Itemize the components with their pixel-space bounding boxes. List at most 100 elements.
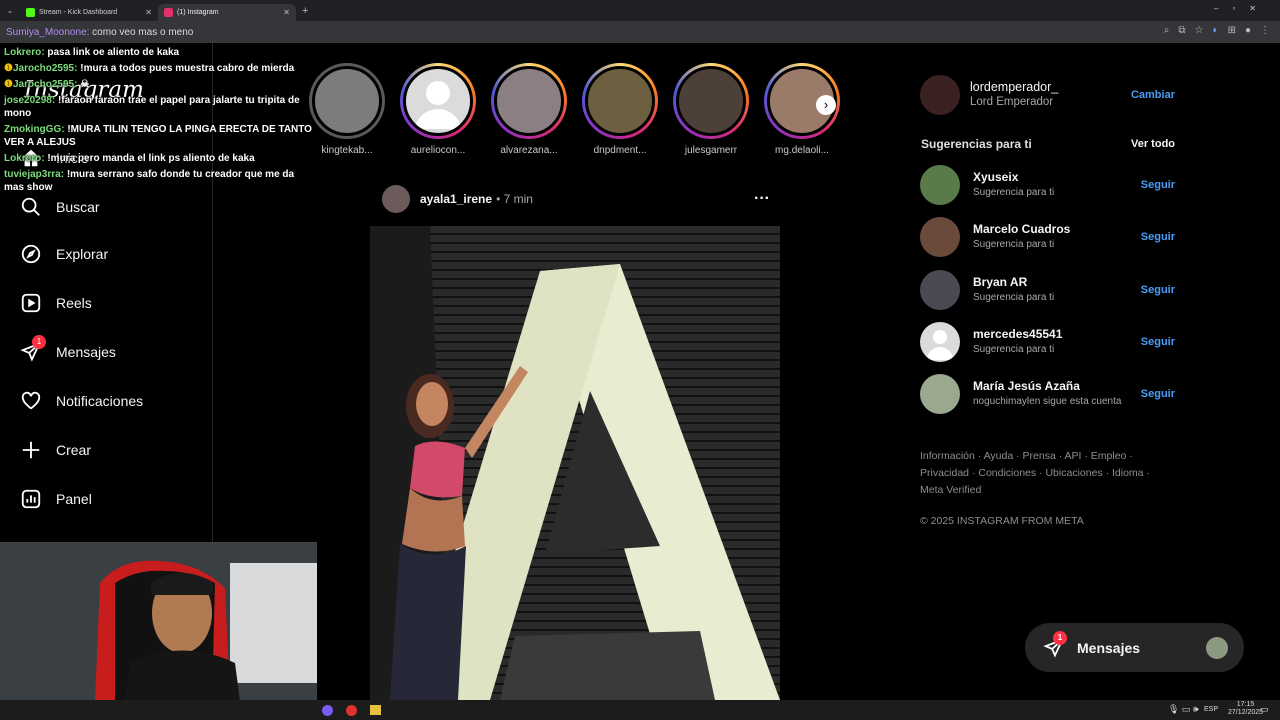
- address-bar[interactable]: Sumiya_Moonone: como veo mas o meno ⌕ ⧉ …: [0, 21, 1280, 43]
- suggestion-name[interactable]: Bryan AR: [973, 275, 1141, 290]
- chat-message: ❶Jarocho2595: ☠: [4, 79, 90, 90]
- instagram-icon: [164, 8, 173, 17]
- post-photo-graphic: [370, 226, 780, 700]
- suggestion-subtext: Sugerencia para ti: [973, 344, 1055, 355]
- tab-label: (1) Instagram: [177, 9, 219, 16]
- window-controls[interactable]: –▫✕: [1214, 4, 1270, 13]
- suggestion-avatar[interactable]: [920, 270, 960, 310]
- sidebar-item-notificaciones[interactable]: Notificaciones: [20, 390, 143, 412]
- suggestion-subtext: Sugerencia para ti: [973, 187, 1055, 198]
- tab-label: Stream - Kick Dashboard: [39, 9, 118, 16]
- tray-icons[interactable]: 🎙 ▭ 🕪: [1168, 704, 1199, 715]
- avatar: [1206, 636, 1228, 659]
- extension-icon[interactable]: ◐: [1213, 25, 1219, 36]
- current-user-name: Lord Emperador: [970, 96, 1054, 108]
- chat-message: ❶Jarocho2595: !mura a todos pues muestra…: [4, 63, 295, 74]
- story-avatar: [676, 66, 746, 136]
- extensions-puzzle-icon[interactable]: ⊞: [1228, 25, 1236, 36]
- webcam-overlay: [0, 542, 317, 700]
- notification-center-icon[interactable]: ▭: [1260, 704, 1269, 715]
- follow-button[interactable]: Seguir: [1141, 284, 1175, 296]
- current-user-avatar[interactable]: [920, 75, 960, 115]
- zoom-icon[interactable]: ⌕: [1164, 25, 1170, 36]
- sidebar-item-buscar[interactable]: Buscar: [20, 196, 100, 218]
- sidebar-item-panel[interactable]: Panel: [20, 488, 92, 510]
- kick-icon: [26, 8, 35, 17]
- notification-badge: 1: [32, 335, 46, 349]
- sidebar-item-crear[interactable]: Crear: [20, 439, 91, 461]
- follow-button[interactable]: Seguir: [1141, 388, 1175, 400]
- story-username: kingtekab...: [321, 145, 373, 156]
- suggestion-name[interactable]: mercedes45541: [973, 327, 1141, 342]
- discord-taskbar-icon[interactable]: [322, 705, 333, 716]
- follow-button[interactable]: Seguir: [1141, 179, 1175, 191]
- story-username: mg.delaoli...: [775, 145, 829, 156]
- post-username[interactable]: ayala1_irene: [420, 192, 492, 206]
- plus-icon: [22, 441, 40, 459]
- notification-badge: 1: [1053, 630, 1067, 645]
- chat-message: tuviejap3rra: !mura serrano safo donde t…: [4, 169, 295, 193]
- suggestion-name[interactable]: Xyuseix: [973, 170, 1141, 185]
- suggestion-row: María Jesús Azaña noguchimaylen sigue est…: [920, 374, 1175, 414]
- language-indicator[interactable]: ESP: [1204, 706, 1218, 713]
- default-avatar-icon: [403, 66, 473, 136]
- tab-list-chevron-icon[interactable]: ⌄: [0, 6, 20, 15]
- story-username: aureliocon...: [410, 145, 466, 156]
- new-tab-icon[interactable]: +: [302, 5, 308, 17]
- suggestion-avatar[interactable]: [920, 217, 960, 257]
- story-username: julesgamerr: [684, 145, 738, 156]
- sidebar-item-mensajes[interactable]: 1 Mensajes: [20, 335, 116, 363]
- heart-icon: [21, 391, 41, 410]
- suggestion-subtext: noguchimaylen sigue esta cuenta: [973, 396, 1122, 407]
- story-username: dnpdment...: [593, 145, 647, 156]
- chart-icon: [21, 489, 41, 509]
- current-user-handle[interactable]: lordemperador_: [970, 80, 1131, 95]
- reels-icon: [21, 293, 41, 313]
- install-icon[interactable]: ⧉: [1178, 25, 1185, 36]
- chat-message: Lokrero: pasa link oe aliento de kaka: [4, 47, 180, 58]
- tab-instagram[interactable]: (1) Instagram ✕: [158, 4, 296, 21]
- suggestion-row: Bryan AR Sugerencia para ti Seguir: [920, 270, 1175, 310]
- stories-next-arrow-icon[interactable]: ›: [816, 95, 836, 115]
- suggestion-avatar[interactable]: [920, 374, 960, 414]
- folder-taskbar-icon[interactable]: [370, 705, 381, 715]
- suggestion-name[interactable]: María Jesús Azaña: [973, 379, 1141, 394]
- story-item[interactable]: aureliocon...: [400, 63, 476, 156]
- post-image[interactable]: A: [370, 226, 780, 700]
- see-all-link[interactable]: Ver todo: [1131, 138, 1175, 150]
- suggestion-avatar[interactable]: [920, 165, 960, 205]
- suggestion-name[interactable]: Marcelo Cuadros: [973, 222, 1141, 237]
- chat-message: jose20298: !faraon faraon trae el papel …: [4, 95, 300, 119]
- profile-avatar[interactable]: ●: [1245, 25, 1251, 36]
- compass-icon: [21, 244, 41, 264]
- follow-button[interactable]: Seguir: [1141, 231, 1175, 243]
- default-avatar-icon[interactable]: [920, 322, 960, 362]
- suggestions-title: Sugerencias para ti: [921, 137, 1032, 151]
- close-tab-icon[interactable]: ✕: [145, 8, 152, 17]
- menu-dots-icon[interactable]: ⋮: [1260, 25, 1270, 36]
- story-item[interactable]: alvarezana...: [491, 63, 567, 156]
- story-item[interactable]: dnpdment...: [582, 63, 658, 156]
- close-tab-icon[interactable]: ✕: [283, 8, 290, 17]
- bookmark-star-icon[interactable]: ☆: [1195, 25, 1204, 36]
- story-item[interactable]: kingtekab...: [309, 63, 385, 156]
- follow-button[interactable]: Seguir: [1141, 336, 1175, 348]
- chat-message: ZmokingGG: !MURA TILIN TENGO LA PINGA ER…: [4, 124, 312, 148]
- post-time: • 7 min: [496, 192, 533, 206]
- sidebar-item-explorar[interactable]: Explorar: [20, 243, 108, 265]
- messages-floating-button[interactable]: 1 Mensajes: [1025, 623, 1244, 672]
- suggestion-row: mercedes45541 Sugerencia para ti Seguir: [920, 322, 1175, 362]
- sidebar-item-reels[interactable]: Reels: [20, 292, 92, 314]
- more-options-icon[interactable]: ···: [754, 190, 770, 208]
- suggestion-row: Xyuseix Sugerencia para ti Seguir: [920, 165, 1175, 205]
- story-item[interactable]: julesgamerr: [673, 63, 749, 156]
- switch-account-button[interactable]: Cambiar: [1131, 89, 1175, 101]
- chat-message: Lokrero: !mura pero manda el link ps ali…: [4, 153, 255, 164]
- tab-kick-dashboard[interactable]: Stream - Kick Dashboard ✕: [20, 4, 158, 21]
- clock[interactable]: 17:15 27/12/2025: [1228, 701, 1263, 717]
- obs-taskbar-icon[interactable]: [346, 705, 357, 716]
- post-author-avatar[interactable]: [382, 185, 410, 213]
- footer-link-list[interactable]: Información · Ayuda · Prensa · API · Emp…: [920, 448, 1160, 499]
- feed-post: ayala1_irene • 7 min ··· A: [370, 183, 780, 700]
- windows-taskbar: 🎙 ▭ 🕪 ESP 17:15 27/12/2025 ▭: [0, 700, 1280, 720]
